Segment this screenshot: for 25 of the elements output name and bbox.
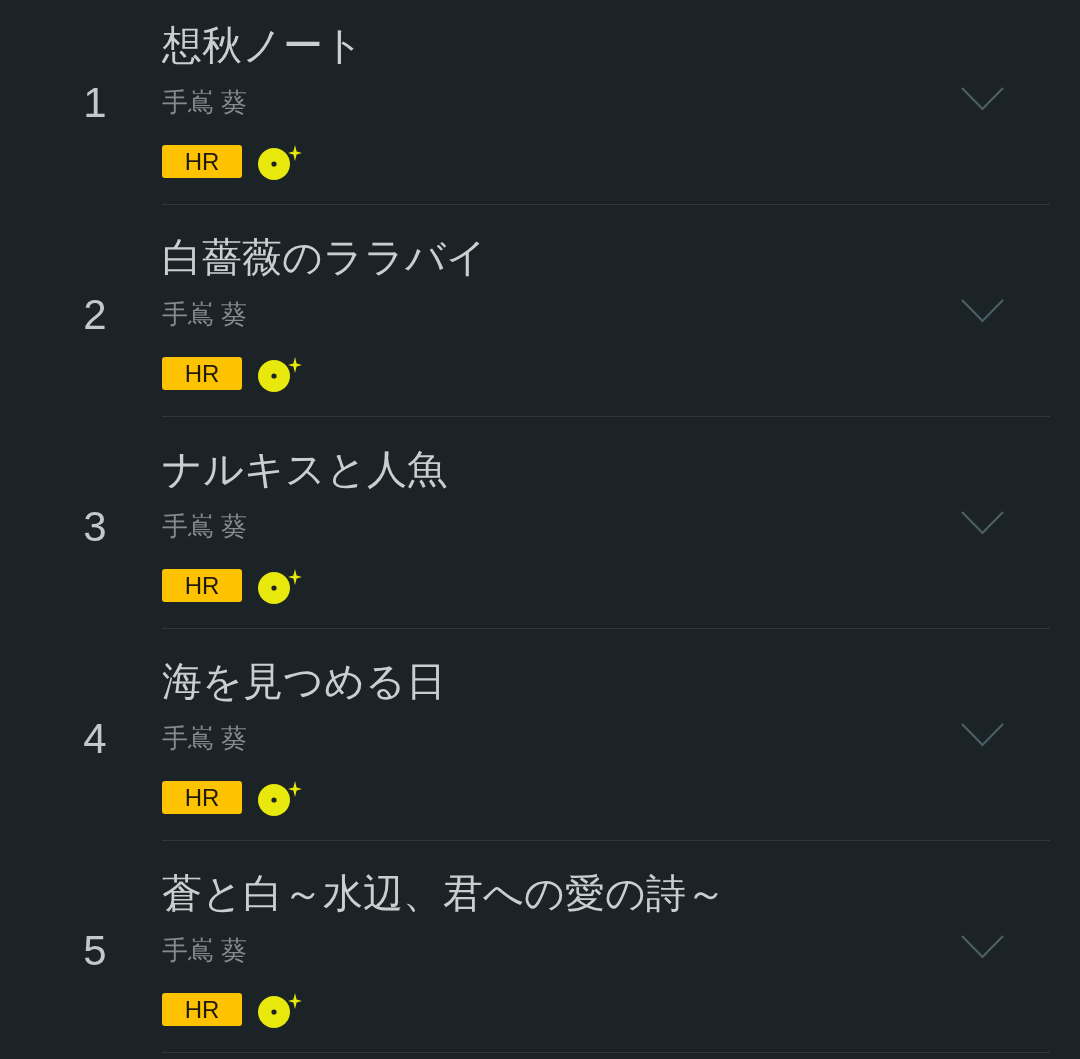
quality-badge: HR [162, 357, 242, 390]
track-title: ナルキスと人魚 [162, 446, 448, 493]
track-title: 白薔薇のララバイ [162, 234, 488, 281]
quality-badge: HR [162, 993, 242, 1026]
quality-badge: HR [162, 145, 242, 178]
chevron-icon[interactable] [961, 934, 1004, 959]
track-number: 4 [82, 714, 108, 764]
track-number: 3 [82, 502, 108, 552]
track-title: 想秋ノート [162, 22, 365, 69]
artist-name: 手嶌 葵 [162, 934, 249, 966]
artist-name: 手嶌 葵 [162, 86, 249, 118]
artist-name: 手嶌 葵 [162, 510, 249, 542]
chevron-icon[interactable] [961, 510, 1004, 535]
artist-name: 手嶌 葵 [162, 298, 249, 330]
chevron-icon[interactable] [961, 86, 1004, 111]
track-title: 海を見つめる日 [162, 658, 447, 705]
chevron-icon[interactable] [961, 298, 1004, 323]
artist-name: 手嶌 葵 [162, 722, 249, 754]
quality-badge: HR [162, 781, 242, 814]
quality-badge: HR [162, 569, 242, 602]
track-title: 蒼と白～水辺、君への愛の詩～ [162, 870, 727, 917]
chevron-icon[interactable] [961, 722, 1004, 747]
track-number: 5 [82, 926, 108, 976]
track-number: 1 [82, 78, 108, 128]
track-number: 2 [82, 290, 108, 340]
